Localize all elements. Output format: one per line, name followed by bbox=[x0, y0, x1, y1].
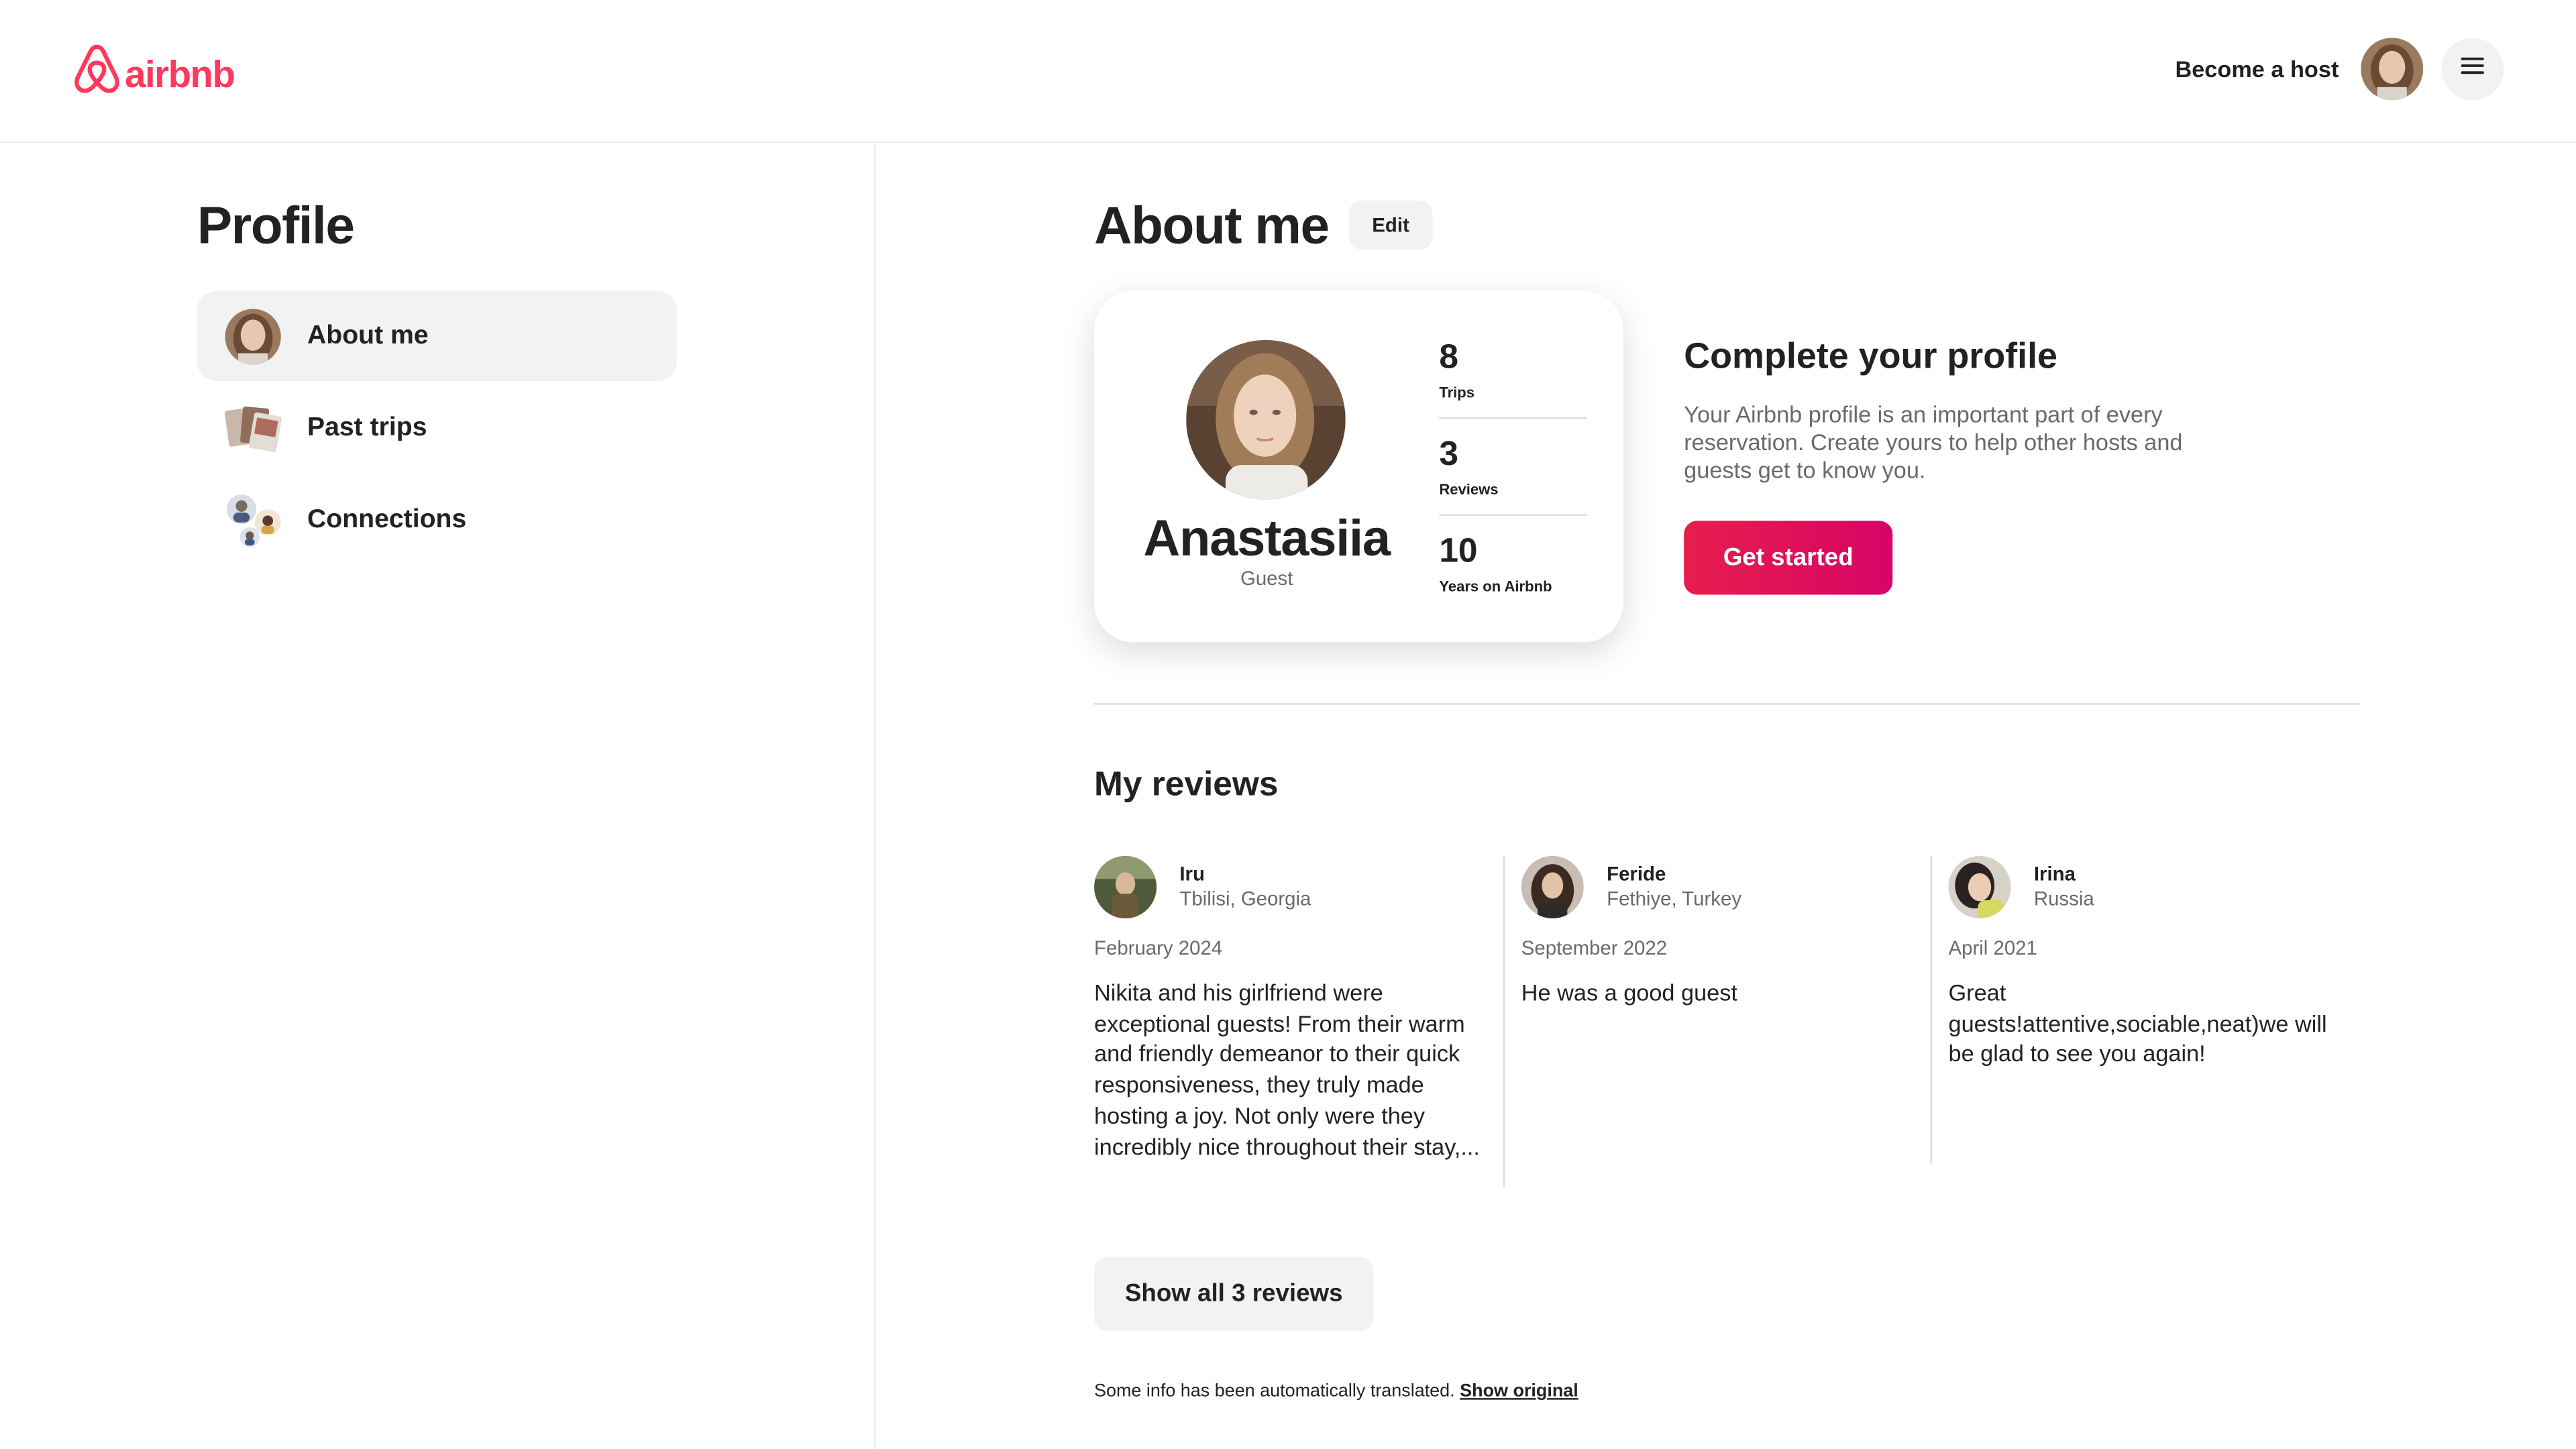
complete-profile-heading: Complete your profile bbox=[1684, 335, 2058, 376]
stat-label: Trips bbox=[1439, 384, 1475, 401]
sidebar-item-past-trips[interactable]: Past trips bbox=[197, 383, 677, 474]
profile-photo bbox=[1186, 339, 1346, 500]
user-avatar-icon bbox=[223, 307, 282, 366]
stat-label: Years on Airbnb bbox=[1439, 578, 1552, 595]
profile-role: Guest bbox=[1240, 566, 1293, 590]
translation-note: Some info has been automatically transla… bbox=[1094, 1380, 1578, 1403]
review-divider bbox=[1930, 855, 1933, 1163]
past-trips-icon bbox=[223, 398, 282, 458]
reviewer-location: Tbilisi, Georgia bbox=[1179, 887, 1311, 910]
airbnb-logo-icon bbox=[72, 43, 121, 104]
stat-divider bbox=[1439, 417, 1587, 419]
become-a-host-button[interactable]: Become a host bbox=[2155, 46, 2359, 93]
review-date: February 2024 bbox=[1094, 936, 1223, 960]
edit-profile-button[interactable]: Edit bbox=[1348, 200, 1433, 250]
reviewer-avatar[interactable] bbox=[1948, 855, 2011, 918]
user-avatar[interactable] bbox=[2361, 38, 2424, 101]
airbnb-logo[interactable]: airbnb bbox=[72, 43, 235, 104]
review-card: Feride Fethiye, Turkey September 2022 He… bbox=[1521, 855, 1932, 1185]
review-date: September 2022 bbox=[1521, 936, 1668, 960]
reviewer-location: Russia bbox=[2033, 887, 2094, 910]
reviewer-name: Irina bbox=[2033, 862, 2076, 886]
reviewer-avatar[interactable] bbox=[1521, 855, 1584, 918]
reviewer-name: Iru bbox=[1179, 862, 1205, 886]
sidebar-item-connections[interactable]: Connections bbox=[197, 475, 677, 566]
sidebar-item-label: Past trips bbox=[307, 413, 427, 441]
review-card: Iru Tbilisi, Georgia February 2024 Nikit… bbox=[1094, 855, 1505, 1185]
airbnb-logo-text: airbnb bbox=[125, 52, 235, 95]
profile-card: Anastasiia Guest 8 Trips 3 Reviews 10 Ye… bbox=[1094, 290, 1623, 643]
stat-trips: 8 Trips bbox=[1439, 337, 1587, 402]
stat-reviews: 3 Reviews bbox=[1439, 434, 1587, 500]
review-text: Great guests!attentive,sociable,neat)we … bbox=[1948, 979, 2327, 1067]
complete-profile-description: Your Airbnb profile is an important part… bbox=[1684, 400, 2183, 484]
review-card: Irina Russia April 2021 Great guests!att… bbox=[1948, 855, 2359, 1185]
reviewer-name: Feride bbox=[1607, 862, 1666, 886]
get-started-button[interactable]: Get started bbox=[1684, 521, 1893, 595]
show-original-link[interactable]: Show original bbox=[1460, 1382, 1578, 1401]
sidebar-item-label: Connections bbox=[307, 505, 467, 533]
top-header: airbnb Become a host bbox=[0, 0, 2576, 144]
stat-divider bbox=[1439, 514, 1587, 516]
stat-value: 10 bbox=[1439, 532, 1478, 570]
sidebar-item-about-me[interactable]: About me bbox=[197, 290, 677, 382]
review-date: April 2021 bbox=[1948, 936, 2037, 960]
stat-value: 3 bbox=[1439, 435, 1458, 474]
main-menu-button[interactable] bbox=[2441, 38, 2504, 101]
hamburger-menu-icon bbox=[2461, 54, 2484, 84]
translation-note-text: Some info has been automatically transla… bbox=[1094, 1381, 1455, 1401]
review-text: Nikita and his girlfriend were exception… bbox=[1094, 979, 1480, 1159]
about-me-heading: About me bbox=[1094, 195, 1330, 255]
review-text: He was a good guest bbox=[1521, 979, 1737, 1006]
connections-icon bbox=[223, 490, 282, 549]
section-divider bbox=[1094, 703, 2359, 705]
show-all-reviews-button[interactable]: Show all 3 reviews bbox=[1094, 1256, 1374, 1331]
reviewer-location: Fethiye, Turkey bbox=[1607, 887, 1742, 910]
profile-heading: Profile bbox=[197, 195, 355, 255]
vertical-divider bbox=[873, 143, 876, 1449]
stat-years: 10 Years on Airbnb bbox=[1439, 531, 1587, 596]
review-divider bbox=[1503, 855, 1505, 1188]
profile-name: Anastasiia bbox=[1143, 509, 1391, 567]
stat-value: 8 bbox=[1439, 338, 1458, 376]
stat-label: Reviews bbox=[1439, 481, 1499, 498]
my-reviews-heading: My reviews bbox=[1094, 765, 1279, 804]
sidebar-item-label: About me bbox=[307, 321, 429, 350]
reviewer-avatar[interactable] bbox=[1094, 855, 1157, 918]
